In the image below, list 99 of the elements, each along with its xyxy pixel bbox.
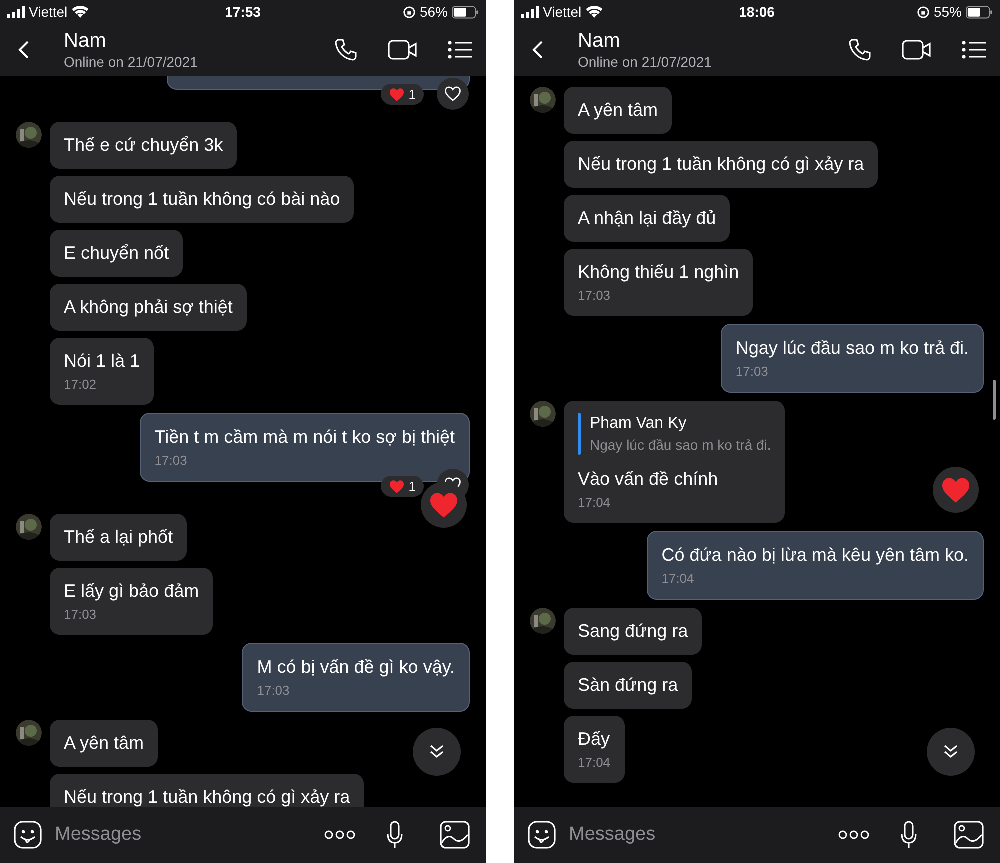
back-icon <box>532 40 544 60</box>
heart-outline-icon <box>444 86 462 102</box>
heart-icon <box>941 476 971 504</box>
message-text: A không phải sợ thiệt <box>64 296 233 319</box>
heart-icon <box>388 88 405 102</box>
avatar[interactable] <box>16 720 42 746</box>
message-text: A yên tâm <box>578 99 658 122</box>
message-time: 17:03 <box>578 287 612 305</box>
message-text: Sang đứng ra <box>578 620 688 643</box>
contact-name: Nam <box>578 29 622 53</box>
like-button[interactable] <box>437 78 469 110</box>
more-icon[interactable] <box>324 830 356 840</box>
battery-percent: 56% <box>420 2 448 22</box>
message-text: A nhận lại đầy đủ <box>578 207 716 230</box>
message-text: Thế a lại phốt <box>64 526 174 549</box>
message-text: E lấy gì bảo đảm <box>64 580 200 603</box>
message-composer-bar[interactable]: Messages <box>514 807 1000 863</box>
reaction-count: 1 <box>408 86 416 104</box>
rotation-lock-icon <box>916 6 930 18</box>
heart-reaction-menu[interactable] <box>421 482 467 528</box>
contact-name: Nam <box>64 29 108 53</box>
signal-icon <box>521 6 539 18</box>
message-input[interactable]: Messages <box>55 820 324 850</box>
scroll-down-button[interactable] <box>413 728 461 776</box>
avatar[interactable] <box>16 514 42 540</box>
phone-icon <box>848 38 872 62</box>
quote-text: Ngay lúc đầu sao m ko trả đi. <box>590 436 772 455</box>
carrier-name: Viettel <box>543 2 582 22</box>
message-text: Tiền t m cầm mà m nói t ko sợ bị thiệt <box>154 426 455 449</box>
battery-percent: 55% <box>934 2 962 22</box>
microphone-icon[interactable] <box>386 821 404 849</box>
message-time: 17:02 <box>64 376 98 394</box>
reaction-pill[interactable]: 1 <box>380 84 424 105</box>
message-text: Có đứa nào bị lừa mà kêu yên tâm ko. <box>662 544 969 567</box>
heart-icon <box>429 492 459 518</box>
call-button[interactable] <box>848 38 872 62</box>
message-text: Nếu trong 1 tuần không có bài nào <box>64 188 340 211</box>
message-text: Thế e cứ chuyển 3k <box>64 134 224 157</box>
list-icon <box>448 40 472 60</box>
avatar[interactable] <box>16 122 42 148</box>
microphone-icon[interactable] <box>900 821 918 849</box>
clock-time: 17:53 <box>224 2 262 22</box>
message-text: Đấy <box>578 728 611 751</box>
message-text: Nếu trong 1 tuần không có gì xảy ra <box>64 786 350 807</box>
wifi-icon <box>586 6 603 18</box>
carrier-name: Viettel <box>29 2 68 22</box>
message-text: Nếu trong 1 tuần không có gì xảy ra <box>578 153 864 176</box>
battery-icon <box>966 6 993 18</box>
double-chevron-down-icon <box>943 745 959 759</box>
scroll-down-button[interactable] <box>927 728 975 776</box>
reaction-count: 1 <box>408 478 416 496</box>
message-text: Sàn đứng ra <box>578 674 678 697</box>
phone-icon <box>334 38 358 62</box>
video-camera-icon <box>388 39 418 61</box>
message-text: Ngay lúc đầu sao m ko trả đi. <box>736 337 969 360</box>
sticker-icon[interactable] <box>14 821 42 849</box>
wifi-icon <box>72 6 89 18</box>
battery-icon <box>452 6 479 18</box>
heart-icon <box>388 480 405 494</box>
reaction-pill[interactable]: 1 <box>380 476 424 497</box>
signal-icon <box>7 6 25 18</box>
quote-author: Pham Van Ky <box>590 414 688 434</box>
heart-reaction-menu[interactable] <box>933 467 979 513</box>
message-time: 17:03 <box>154 452 188 470</box>
message-text: Vào vấn đề chính <box>578 468 720 491</box>
message-text: E chuyển nốt <box>64 242 170 265</box>
avatar[interactable] <box>530 608 556 634</box>
contact-status: Online on 21/07/2021 <box>578 53 713 71</box>
message-text: M có bị vấn đề gì ko vậy. <box>257 656 455 679</box>
image-icon[interactable] <box>954 821 984 849</box>
menu-button[interactable] <box>962 40 986 60</box>
call-button[interactable] <box>334 38 358 62</box>
video-camera-icon <box>902 39 932 61</box>
back-icon <box>18 40 30 60</box>
message-text: Nói 1 là 1 <box>64 350 140 373</box>
message-text: Không thiếu 1 nghìn <box>578 261 740 284</box>
sticker-icon[interactable] <box>528 821 556 849</box>
video-call-button[interactable] <box>388 39 418 61</box>
more-icon[interactable] <box>838 830 870 840</box>
image-icon[interactable] <box>440 821 470 849</box>
message-time: 17:04 <box>662 570 696 588</box>
message-composer-bar[interactable]: Messages <box>0 807 486 863</box>
rotation-lock-icon <box>402 6 416 18</box>
message-time: 17:03 <box>64 606 98 624</box>
contact-status: Online on 21/07/2021 <box>64 53 199 71</box>
message-text: A yên tâm <box>64 732 144 755</box>
avatar[interactable] <box>530 401 556 427</box>
message-time: 17:04 <box>578 754 611 772</box>
avatar[interactable] <box>530 87 556 113</box>
scrollbar <box>993 380 996 420</box>
clock-time: 18:06 <box>738 2 776 22</box>
menu-button[interactable] <box>448 40 472 60</box>
list-icon <box>962 40 986 60</box>
message-time: 17:03 <box>257 682 291 700</box>
message-input[interactable]: Messages <box>569 820 838 850</box>
double-chevron-down-icon <box>429 745 445 759</box>
message-time: 17:04 <box>578 494 612 512</box>
video-call-button[interactable] <box>902 39 932 61</box>
message-time: 17:03 <box>736 363 770 381</box>
